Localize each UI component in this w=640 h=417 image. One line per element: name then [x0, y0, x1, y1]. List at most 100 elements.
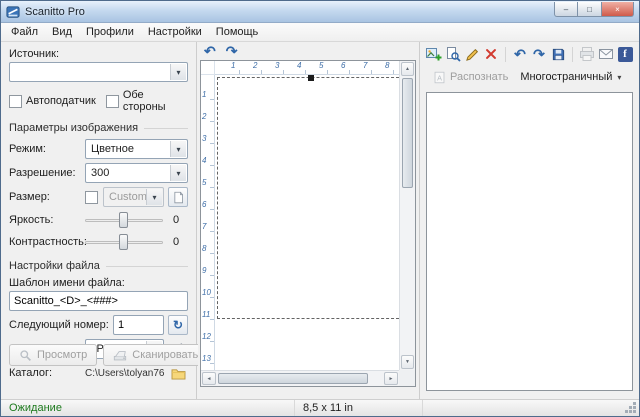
scroll-left-icon[interactable]: ◄: [202, 372, 216, 385]
vertical-scrollbar[interactable]: ▲ ▼: [399, 61, 415, 370]
toolbar-separator: [572, 47, 573, 62]
pages-panel: ↶ ↷ f A Распознать: [419, 42, 639, 399]
titlebar: Scanitto Pro – □ ×: [1, 1, 639, 23]
chevron-down-icon[interactable]: ▾: [146, 189, 162, 205]
size-checkbox[interactable]: [85, 191, 98, 204]
email-button[interactable]: [597, 44, 615, 64]
redo-button[interactable]: ↷: [530, 44, 548, 64]
selection-handle[interactable]: [308, 75, 314, 81]
page-size-status: 8,5 x 11 in: [295, 400, 423, 416]
mode-label: Режим:: [9, 143, 85, 155]
horizontal-scrollbar[interactable]: ◄ ►: [201, 370, 399, 386]
checkbox-box[interactable]: [85, 191, 98, 204]
multipage-dropdown[interactable]: Многостраничный ▾: [514, 69, 627, 85]
menu-item-help[interactable]: Помощь: [209, 24, 266, 40]
scan-button-label: Сканировать: [132, 349, 198, 361]
minimize-button[interactable]: –: [554, 2, 578, 17]
chevron-down-icon[interactable]: ▾: [170, 64, 186, 80]
size-label: Размер:: [9, 191, 85, 203]
resolution-combobox[interactable]: 300 ▾: [85, 163, 188, 183]
slider-thumb[interactable]: [119, 234, 128, 250]
add-image-button[interactable]: [425, 44, 443, 64]
facebook-icon: f: [618, 47, 633, 62]
size-settings-button[interactable]: [168, 187, 188, 207]
magnifier-icon: [19, 349, 32, 362]
undo-icon: ↶: [514, 47, 526, 61]
recognize-button-label: Распознать: [450, 71, 508, 83]
resize-grip-icon[interactable]: [625, 402, 637, 414]
menu-item-view[interactable]: Вид: [45, 24, 79, 40]
rotate-left-icon[interactable]: ↶: [204, 44, 216, 58]
window-controls: – □ ×: [554, 2, 634, 17]
horizontal-scrollbar-thumb[interactable]: [218, 373, 368, 384]
save-icon: [551, 47, 566, 62]
next-number-input[interactable]: [113, 315, 164, 335]
size-combobox[interactable]: Custom ▾: [103, 187, 164, 207]
preview-button-label: Просмотр: [37, 349, 87, 361]
browse-folder-button[interactable]: [168, 363, 188, 383]
undo-button[interactable]: ↶: [511, 44, 529, 64]
edit-page-button[interactable]: [463, 44, 481, 64]
pencil-icon: [465, 47, 480, 62]
duplex-checkbox[interactable]: Обе стороны: [106, 89, 178, 113]
contrast-slider[interactable]: [85, 233, 163, 251]
recognize-button[interactable]: A Распознать: [427, 69, 514, 86]
redo-icon: ↷: [533, 47, 545, 61]
chevron-down-icon[interactable]: ▾: [170, 141, 186, 157]
scroll-down-icon[interactable]: ▼: [401, 355, 414, 369]
save-button[interactable]: [549, 44, 567, 64]
refresh-icon: ↻: [173, 318, 183, 332]
scan-settings-panel: Источник: ▾ Автоподатчик Обе стороны Пар…: [1, 42, 197, 399]
maximize-button[interactable]: □: [578, 2, 602, 17]
menu-item-file[interactable]: Файл: [4, 24, 45, 40]
checkbox-box[interactable]: [106, 95, 119, 108]
facebook-button[interactable]: f: [616, 44, 634, 64]
ruler-corner: [201, 61, 215, 75]
preview-button[interactable]: Просмотр: [9, 344, 97, 366]
svg-text:A: A: [437, 73, 442, 82]
view-page-button[interactable]: [444, 44, 462, 64]
scrollbar-corner: [399, 370, 415, 386]
app-icon: [6, 5, 20, 19]
brightness-slider[interactable]: [85, 211, 163, 229]
printer-icon: [579, 46, 595, 62]
duplex-checkbox-label: Обе стороны: [123, 89, 178, 113]
size-value: Custom: [109, 191, 147, 203]
filename-template-label: Шаблон имени файла:: [9, 277, 188, 289]
rotate-right-icon[interactable]: ↷: [226, 44, 238, 58]
reset-number-button[interactable]: ↻: [168, 315, 188, 335]
close-button[interactable]: ×: [602, 2, 634, 17]
pages-list-area[interactable]: [426, 92, 633, 391]
print-button[interactable]: [578, 44, 596, 64]
delete-page-button[interactable]: [482, 44, 500, 64]
folder-label: Каталог:: [9, 367, 85, 379]
preview-viewport: 12345678 in 12345678910111213 ▲ ▼ ◄ ►: [200, 60, 416, 387]
adf-checkbox-label: Автоподатчик: [26, 95, 96, 107]
scan-bed-area: [215, 75, 399, 370]
adf-checkbox[interactable]: Автоподатчик: [9, 95, 96, 108]
filename-template-input[interactable]: [9, 291, 188, 311]
menu-item-settings[interactable]: Настройки: [141, 24, 209, 40]
slider-thumb[interactable]: [119, 212, 128, 228]
next-number-label: Следующий номер:: [9, 319, 113, 331]
mode-value: Цветное: [91, 143, 134, 155]
chevron-down-icon[interactable]: ▾: [170, 165, 186, 181]
contrast-label: Контрастность:: [9, 236, 85, 248]
contrast-value: 0: [173, 236, 179, 248]
page-icon: [172, 191, 185, 204]
selection-rectangle[interactable]: [217, 77, 399, 319]
scroll-right-icon[interactable]: ►: [384, 372, 398, 385]
view-page-icon: [445, 46, 461, 62]
vertical-scrollbar-thumb[interactable]: [402, 78, 413, 188]
app-window: Scanitto Pro – □ × Файл Вид Профили Наст…: [0, 0, 640, 417]
mode-combobox[interactable]: Цветное ▾: [85, 139, 188, 159]
scroll-up-icon[interactable]: ▲: [401, 62, 414, 76]
menu-item-profiles[interactable]: Профили: [79, 24, 141, 40]
source-label: Источник:: [9, 48, 188, 60]
window-title: Scanitto Pro: [25, 6, 85, 18]
brightness-value: 0: [173, 214, 179, 226]
ocr-icon: A: [433, 71, 446, 84]
add-image-icon: [426, 46, 442, 62]
checkbox-box[interactable]: [9, 95, 22, 108]
source-combobox[interactable]: ▾: [9, 62, 188, 82]
